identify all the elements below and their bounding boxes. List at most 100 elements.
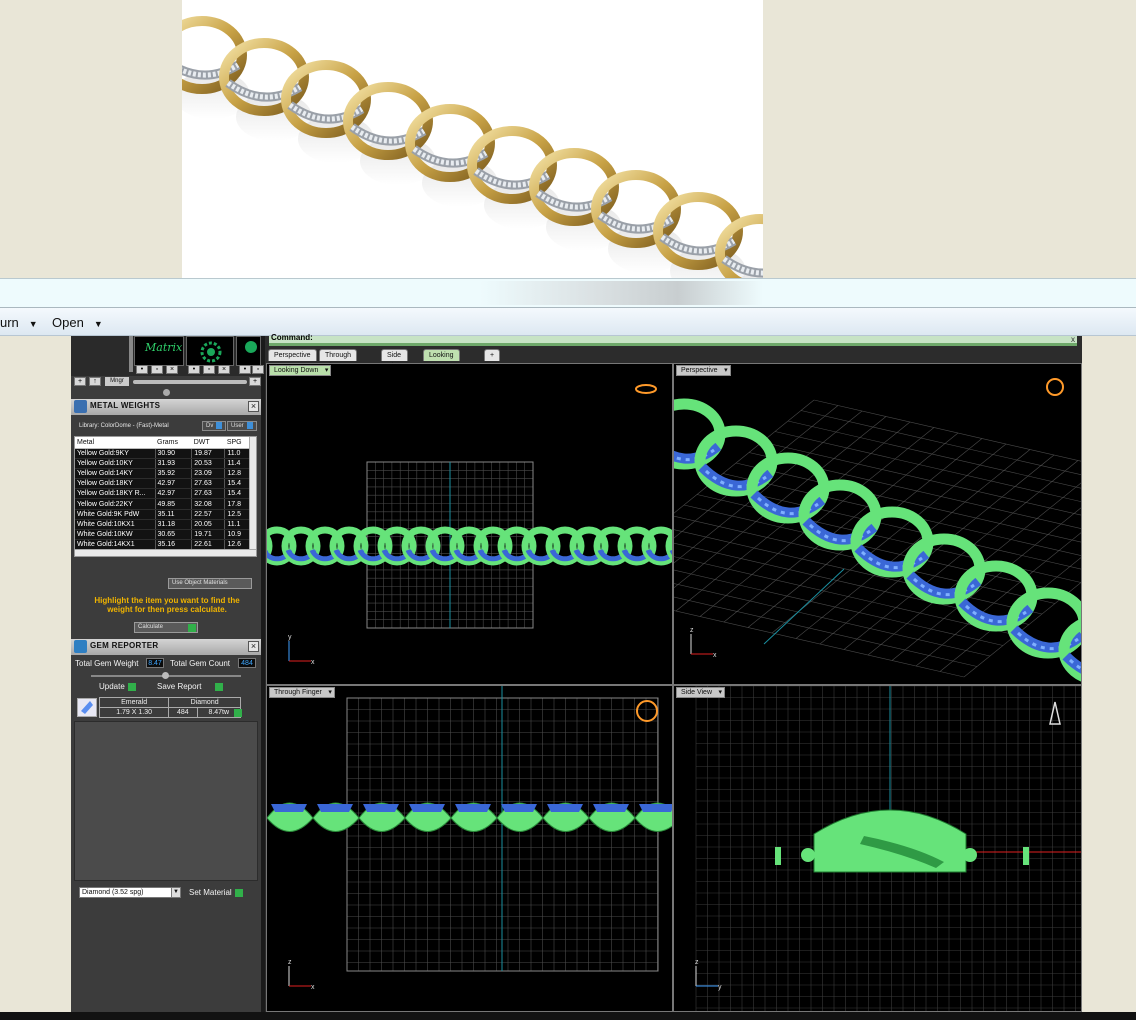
tab-side-view[interactable]: Side View [381,349,409,370]
column-header[interactable]: Metal [75,437,155,449]
add-view-icon[interactable]: + [484,349,501,361]
tab-looking-down[interactable]: Looking Down [423,349,460,370]
table-row[interactable]: Yellow Gold:10KY 31.93 20.53 11.4 [75,458,253,469]
taskbar-strip [0,1012,1136,1020]
axis-label: z [690,627,694,634]
total-gem-weight-label: Total Gem Weight [75,659,139,668]
set-material-button[interactable]: Set Material [189,888,243,897]
viewport-perspective[interactable]: z x Perspective [673,363,1082,685]
save-report-button[interactable]: Save Report [157,682,224,691]
metal-weights-table[interactable]: Metal Grams DWT SPG Yellow Gold:9KY 30.90 19.… [74,436,257,557]
up-arrow-icon[interactable]: ↑ [89,377,101,386]
viewport-label[interactable]: Through Finger [269,687,335,698]
close-icon[interactable]: x [1071,335,1075,344]
column-header[interactable]: Grams [155,437,192,449]
table-row[interactable]: White Gold:10KW 30.65 19.71 10.9 [75,529,253,541]
gem-thumbnail [77,698,97,717]
vertical-scrollbar[interactable] [249,437,256,549]
viewport-area: Command: x Perspective Through Finger Si… [265,333,1082,1012]
gem-report-area [74,721,258,881]
gem-band [409,804,445,812]
table-row[interactable]: Yellow Gold:14KY 35.92 23.09 12.8 [75,468,253,480]
viewport-label[interactable]: Side View [676,687,726,698]
chevron-down-icon: ▼ [93,319,103,329]
splitter-handle[interactable] [163,389,170,396]
insert-icon[interactable]: • [239,365,251,374]
save-icon[interactable]: ▫ [203,365,215,374]
thumbnail-size-slider[interactable] [133,380,247,384]
menu-return[interactable]: urn ▼ [0,315,38,330]
save-report-label: Save Report [157,682,202,691]
table-cell: 30.90 [155,448,193,459]
gem-icon [74,640,87,653]
material-select-value: Diamond (3.52 spg) [82,889,144,896]
tab-through-finger[interactable]: Through Finger [319,349,358,370]
dv-button[interactable]: Dv [202,421,227,431]
viewport-looking-down[interactable]: y x Looking Down [266,363,673,685]
command-bar[interactable]: Command: x [269,333,1077,346]
go-icon [127,682,136,691]
table-row[interactable]: White Gold:10KX1 31.18 20.05 11.1 [75,519,253,531]
close-icon[interactable]: × [248,641,259,652]
thumbnail-matrix[interactable]: Matrix [134,336,184,366]
table-cell: 27.63 [191,488,226,500]
gem-band [639,804,672,812]
tab-perspective[interactable]: Perspective [268,349,317,361]
table-cell: 23.09 [191,468,226,480]
left-panel: Matrix • ▫ × • ▫ × • ▫ + ↑ Mngr + METAL … [71,336,264,1012]
insert-icon[interactable]: • [136,365,148,374]
calculate-button[interactable]: Calculate [134,622,198,633]
table-row[interactable]: White Gold:9K PdW 35.11 22.57 12.5 [75,509,253,520]
thumbnail-third[interactable] [236,336,261,366]
delete-icon[interactable]: × [166,365,178,374]
table-cell: 19.71 [191,529,226,541]
viewport-label[interactable]: Perspective [676,365,731,376]
manager-button[interactable]: Mngr [105,377,129,386]
table-cell: Yellow Gold:18KY [75,478,156,490]
go-icon[interactable] [234,709,242,717]
table-cell: White Gold:10KW [75,529,156,541]
column-header[interactable]: DWT [191,437,225,449]
menu-open-label: Open [52,315,84,330]
user-button[interactable]: User [227,421,257,431]
horizontal-scrollbar[interactable] [75,549,256,556]
grid-line [748,452,1081,529]
table-cell: 31.18 [155,519,193,531]
viewport-label[interactable]: Looking Down [269,365,332,376]
delete-icon[interactable]: × [218,365,230,374]
material-select[interactable]: Diamond (3.52 spg) ▼ [79,887,181,898]
add-icon[interactable]: + [249,377,261,386]
splitter-handle[interactable] [162,672,169,679]
update-button[interactable]: Update [99,682,136,691]
table-row[interactable]: Yellow Gold:9KY 30.90 19.87 11.0 [75,448,253,459]
table-row[interactable]: Yellow Gold:22KY 49.85 32.08 17.8 [75,498,253,510]
go-icon [215,682,224,691]
cad-application: Matrix • ▫ × • ▫ × • ▫ + ↑ Mngr + METAL … [71,333,1082,1012]
table-cell: 31.93 [155,458,193,469]
dv-label: Dv [206,423,214,430]
menu-open[interactable]: Open ▼ [52,315,103,330]
close-icon[interactable]: × [248,401,259,412]
command-label: Command: [271,333,313,342]
clasp [775,847,781,865]
chain-link-side [813,809,967,873]
save-icon[interactable]: ▫ [252,365,264,374]
gem-band [547,804,583,812]
viewport-side-view[interactable]: z y Side View [673,685,1082,1012]
table-cell: 49.85 [155,498,193,510]
thumbnail-pattern[interactable] [186,336,234,366]
link-end [801,848,815,862]
add-icon[interactable]: + [74,377,86,386]
table-row[interactable]: Yellow Gold:18KY R... 42.97 27.63 15.4 [75,488,253,500]
save-icon[interactable]: ▫ [151,365,163,374]
gem-reporter-header: GEM REPORTER × [71,639,261,655]
viewport-through-finger[interactable]: z x Through Finger [266,685,673,1012]
leaf-icon [245,341,257,353]
thumbnail-strip: Matrix • ▫ × • ▫ × • ▫ [71,336,264,376]
insert-icon[interactable]: • [188,365,200,374]
table-row[interactable]: Yellow Gold:18KY 42.97 27.63 15.4 [75,478,253,490]
ring-orientation-icon [636,700,658,722]
use-object-materials-checkbox[interactable]: Use Object Materials [168,578,252,589]
menu-return-label: urn [0,315,19,330]
table-cell: 20.53 [191,458,226,469]
